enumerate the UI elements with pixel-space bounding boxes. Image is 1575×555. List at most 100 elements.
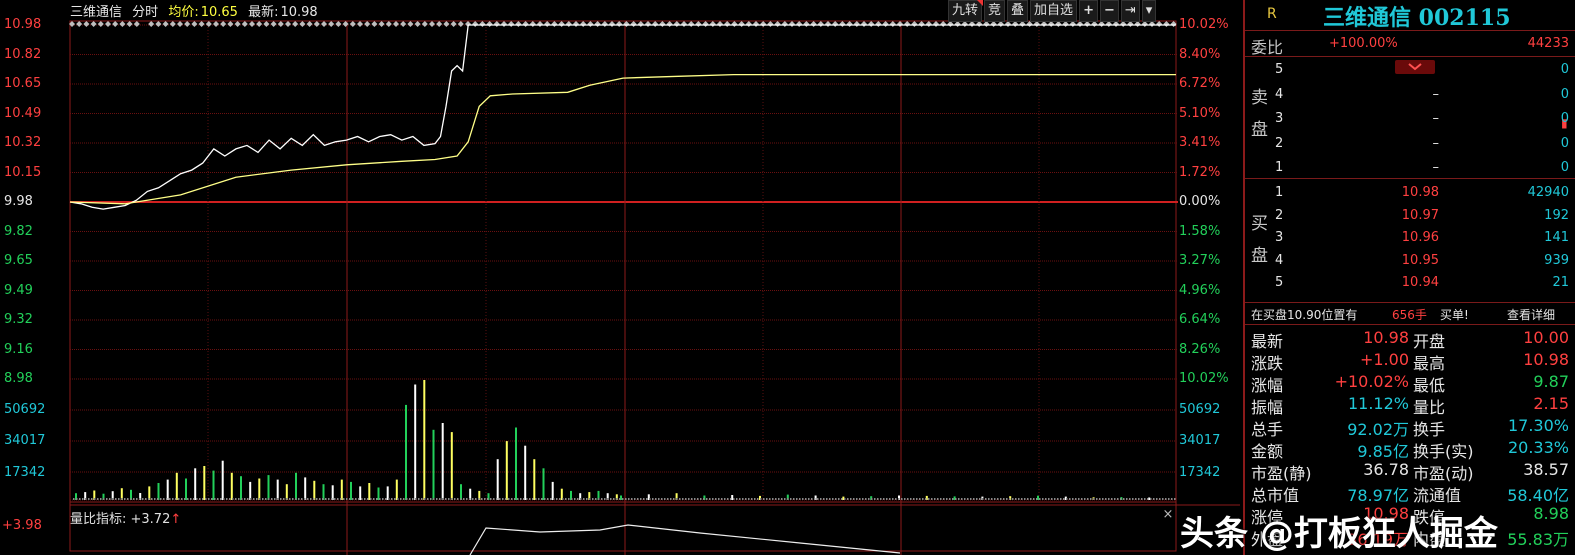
event-marker-icon[interactable] <box>645 21 651 27</box>
event-marker-icon[interactable] <box>450 21 457 27</box>
event-marker-icon[interactable] <box>853 21 860 27</box>
event-marker-icon[interactable] <box>299 21 306 27</box>
event-marker-icon[interactable] <box>1163 21 1170 27</box>
event-marker-icon[interactable] <box>342 21 349 27</box>
event-marker-icon[interactable] <box>767 21 774 27</box>
event-marker-icon[interactable] <box>609 21 615 27</box>
event-marker-icon[interactable] <box>263 21 270 27</box>
event-marker-icon[interactable] <box>537 21 543 27</box>
event-marker-icon[interactable] <box>709 21 716 27</box>
jump-end-icon[interactable]: ⇥ <box>1120 0 1140 22</box>
close-subchart-icon[interactable]: × <box>1161 508 1175 522</box>
event-marker-icon[interactable] <box>205 21 212 27</box>
event-marker-icon[interactable] <box>515 21 522 27</box>
view-detail-link[interactable]: 查看详细 <box>1507 306 1555 323</box>
event-marker-icon[interactable] <box>529 21 536 27</box>
event-marker-icon[interactable] <box>940 21 947 27</box>
event-marker-icon[interactable] <box>155 21 162 27</box>
event-marker-icon[interactable] <box>551 21 558 27</box>
event-marker-icon[interactable] <box>112 21 119 27</box>
event-marker-icon[interactable] <box>436 21 443 27</box>
event-marker-icon[interactable] <box>457 21 464 27</box>
event-marker-icon[interactable] <box>933 21 939 27</box>
collapse-button[interactable] <box>1395 60 1435 74</box>
event-marker-icon[interactable] <box>702 21 709 27</box>
event-marker-icon[interactable] <box>911 21 918 27</box>
event-marker-icon[interactable] <box>601 21 608 27</box>
event-marker-icon[interactable] <box>479 21 486 27</box>
event-marker-icon[interactable] <box>292 21 299 27</box>
event-marker-icon[interactable] <box>234 21 241 27</box>
event-marker-icon[interactable] <box>191 21 198 27</box>
event-marker-icon[interactable] <box>105 21 111 27</box>
event-marker-icon[interactable] <box>313 21 320 27</box>
event-marker-icon[interactable] <box>666 21 673 27</box>
event-marker-icon[interactable] <box>587 21 594 27</box>
event-marker-icon[interactable] <box>724 21 731 27</box>
event-marker-icon[interactable] <box>789 21 795 27</box>
event-marker-icon[interactable] <box>897 21 903 27</box>
chart-canvas[interactable] <box>0 0 1240 555</box>
event-marker-icon[interactable] <box>328 21 335 27</box>
event-marker-icon[interactable] <box>681 21 687 27</box>
event-marker-icon[interactable] <box>846 21 853 27</box>
event-marker-icon[interactable] <box>97 21 104 27</box>
event-marker-icon[interactable] <box>861 21 867 27</box>
event-marker-icon[interactable] <box>198 21 205 27</box>
event-marker-icon[interactable] <box>306 21 313 27</box>
event-marker-icon[interactable] <box>774 21 781 27</box>
event-marker-icon[interactable] <box>184 21 191 27</box>
jiuzhuan-button[interactable]: 九转 <box>948 0 984 22</box>
event-marker-icon[interactable] <box>429 21 435 27</box>
event-marker-icon[interactable] <box>90 21 97 27</box>
event-marker-icon[interactable] <box>637 21 644 27</box>
event-marker-icon[interactable] <box>925 21 932 27</box>
event-marker-icon[interactable] <box>220 21 227 27</box>
event-marker-icon[interactable] <box>616 21 623 27</box>
event-marker-icon[interactable] <box>796 21 803 27</box>
event-marker-icon[interactable] <box>753 21 759 27</box>
event-marker-icon[interactable] <box>385 21 392 27</box>
event-marker-icon[interactable] <box>443 21 450 27</box>
event-marker-icon[interactable] <box>83 21 90 27</box>
event-marker-icon[interactable] <box>781 21 788 27</box>
event-marker-icon[interactable] <box>472 21 479 27</box>
event-marker-icon[interactable] <box>868 21 875 27</box>
event-marker-icon[interactable] <box>486 21 493 27</box>
event-marker-icon[interactable] <box>817 21 824 27</box>
event-marker-icon[interactable] <box>277 21 284 27</box>
event-marker-icon[interactable] <box>335 21 342 27</box>
event-marker-icon[interactable] <box>832 21 839 27</box>
event-marker-icon[interactable] <box>177 21 183 27</box>
event-marker-icon[interactable] <box>803 21 810 27</box>
event-marker-icon[interactable] <box>270 21 277 27</box>
overlay-button[interactable]: 叠 <box>1007 0 1029 22</box>
event-marker-icon[interactable] <box>393 21 399 27</box>
event-marker-icon[interactable] <box>630 21 637 27</box>
event-marker-icon[interactable] <box>810 21 817 27</box>
event-marker-icon[interactable] <box>652 21 659 27</box>
event-marker-icon[interactable] <box>256 21 263 27</box>
event-marker-icon[interactable] <box>717 21 723 27</box>
event-marker-icon[interactable] <box>227 21 234 27</box>
event-marker-icon[interactable] <box>825 21 831 27</box>
event-marker-icon[interactable] <box>349 21 356 27</box>
event-marker-icon[interactable] <box>501 21 507 27</box>
event-marker-icon[interactable] <box>659 21 666 27</box>
event-marker-icon[interactable] <box>882 21 889 27</box>
event-marker-icon[interactable] <box>493 21 500 27</box>
event-marker-icon[interactable] <box>414 21 421 27</box>
event-marker-icon[interactable] <box>133 21 140 27</box>
event-marker-icon[interactable] <box>407 21 414 27</box>
event-marker-icon[interactable] <box>126 21 133 27</box>
event-marker-icon[interactable] <box>688 21 695 27</box>
event-marker-icon[interactable] <box>371 21 378 27</box>
event-marker-icon[interactable] <box>544 21 551 27</box>
event-marker-icon[interactable] <box>565 21 572 27</box>
event-marker-icon[interactable] <box>421 21 428 27</box>
event-marker-icon[interactable] <box>213 21 219 27</box>
event-marker-icon[interactable] <box>119 21 126 27</box>
zoom-out-icon[interactable]: − <box>1099 0 1119 22</box>
event-marker-icon[interactable] <box>378 21 385 27</box>
event-marker-icon[interactable] <box>364 21 371 27</box>
